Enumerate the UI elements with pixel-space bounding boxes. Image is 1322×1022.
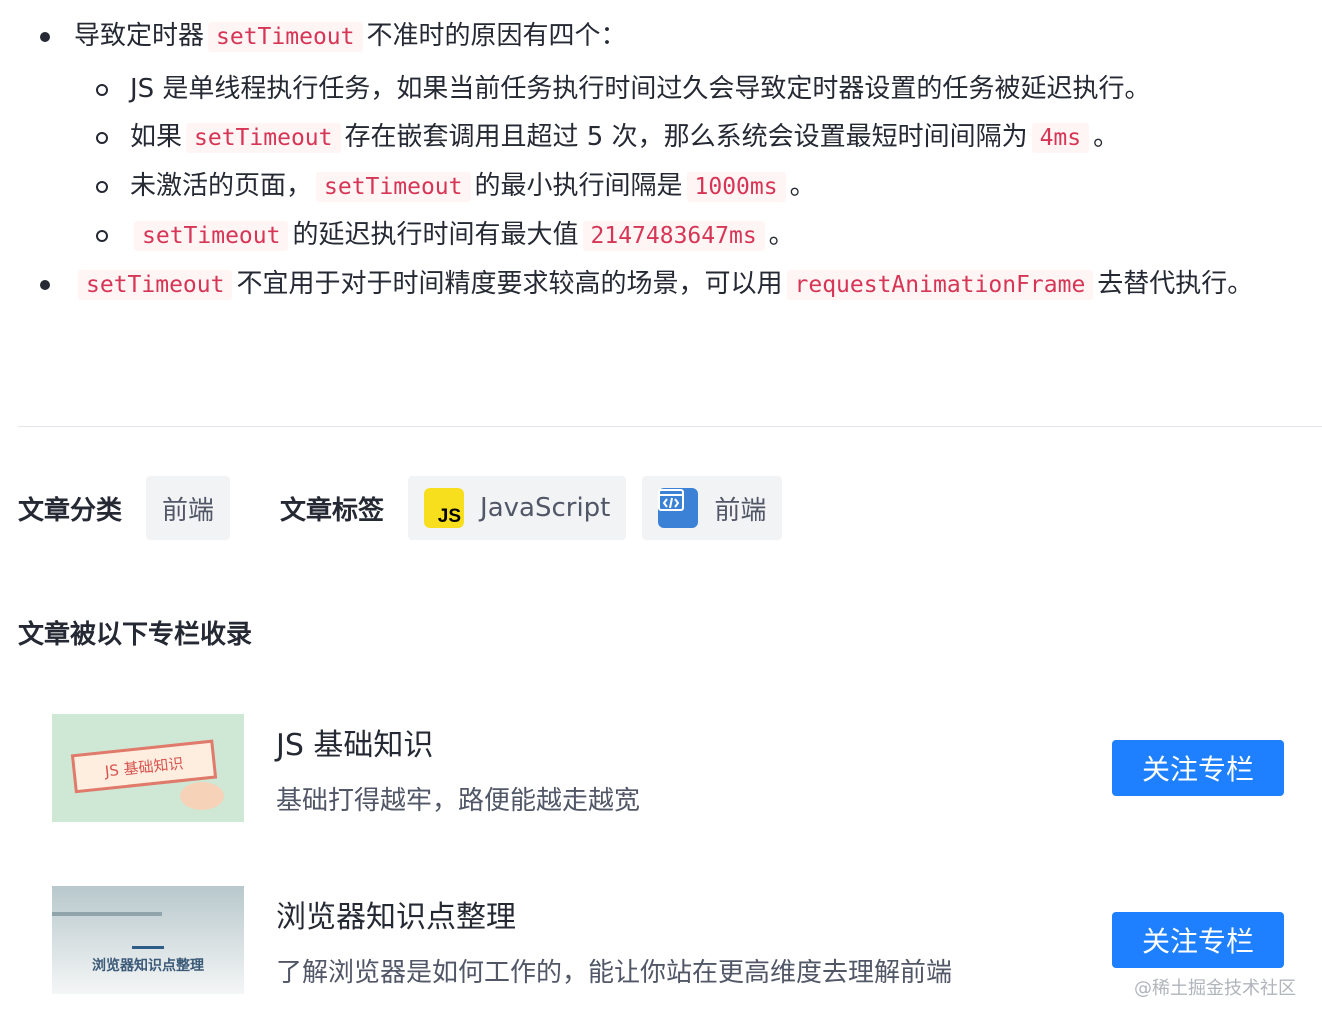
inline-code: setTimeout [208, 22, 363, 52]
column-card[interactable]: 浏览器知识点整理 浏览器知识点整理 了解浏览器是如何工作的，能让你站在更高维度去… [52, 886, 1292, 996]
sub-list-item: setTimeout 的延迟执行时间有最大值 2147483647ms。 [74, 211, 1310, 260]
article-meta-row: 文章分类 前端 文章标签 JS JavaScript 前端 [18, 476, 783, 540]
thumbnail-label: 浏览器知识点整理 [92, 957, 204, 974]
text: 未激活的页面， [130, 171, 313, 201]
follow-column-button[interactable]: 关注专栏 [1112, 740, 1284, 796]
column-title[interactable]: JS 基础知识 [276, 720, 433, 764]
column-title[interactable]: 浏览器知识点整理 [276, 892, 516, 936]
column-description: 基础打得越牢，路便能越走越宽 [276, 786, 641, 816]
inline-code: 1000ms [686, 172, 786, 202]
divider [18, 426, 1322, 427]
text: 。 [789, 171, 816, 201]
inline-code: 2147483647ms [582, 221, 765, 251]
web-code-icon [658, 488, 699, 528]
column-card[interactable]: JS 基础知识 JS 基础知识 基础打得越牢，路便能越走越宽 关注专栏 [52, 714, 1292, 824]
column-description: 了解浏览器是如何工作的，能让你站在更高维度去理解前端 [276, 958, 953, 988]
inline-code: 4ms [1031, 123, 1090, 153]
text: 不宜用于对于时间精度要求较高的场景，可以用 [236, 269, 783, 299]
tag-javascript[interactable]: JS JavaScript [408, 476, 627, 540]
text: JS 是单线程执行任务，如果当前任务执行时间过久会导致定时器设置的任务被延迟执行… [130, 74, 1151, 104]
text: 去替代执行。 [1097, 269, 1254, 299]
javascript-icon: JS [424, 488, 465, 528]
column-thumbnail: 浏览器知识点整理 [52, 886, 244, 994]
text: 。 [1093, 122, 1120, 152]
inline-code: requestAnimationFrame [786, 270, 1094, 300]
article-list: 导致定时器 setTimeout 不准时的原因有四个： JS 是单线程执行任务，如果… [0, 12, 1310, 309]
inline-code: setTimeout [186, 123, 341, 153]
list-item: setTimeout 不宜用于对于时间精度要求较高的场景，可以用 requestAn… [0, 260, 1310, 309]
sub-list-item: 未激活的页面， setTimeout 的最小执行间隔是 1000ms。 [74, 162, 1310, 211]
follow-column-button[interactable]: 关注专栏 [1112, 912, 1284, 968]
tag-label: JavaScript [480, 493, 611, 523]
text: 。 [768, 220, 795, 250]
text: 如果 [130, 122, 183, 152]
list-item: 导致定时器 setTimeout 不准时的原因有四个： JS 是单线程执行任务，如果… [0, 12, 1310, 260]
inline-code: setTimeout [134, 221, 289, 251]
tags-label: 文章标签 [280, 495, 385, 526]
tag-label: 前端 [714, 495, 767, 526]
category-tag[interactable]: 前端 [146, 476, 231, 540]
sub-list-item: JS 是单线程执行任务，如果当前任务执行时间过久会导致定时器设置的任务被延迟执行… [74, 65, 1310, 113]
text: 的延迟执行时间有最大值 [292, 220, 579, 250]
columns-title: 文章被以下专栏收录 [18, 620, 253, 650]
tag-frontend[interactable]: 前端 [642, 476, 783, 540]
category-label: 文章分类 [18, 495, 123, 526]
text: 存在嵌套调用且超过 5 次，那么系统会设置最短时间间隔为 [344, 122, 1028, 152]
sub-list-item: 如果 setTimeout 存在嵌套调用且超过 5 次，那么系统会设置最短时间间隔为… [74, 113, 1310, 162]
text: 导致定时器 [74, 21, 205, 51]
watermark: @稀土掘金技术社区 [1134, 978, 1296, 999]
column-thumbnail: JS 基础知识 [52, 714, 244, 822]
inline-code: setTimeout [78, 270, 233, 300]
text: 不准时的原因有四个： [366, 21, 627, 51]
sub-list: JS 是单线程执行任务，如果当前任务执行时间过久会导致定时器设置的任务被延迟执行… [74, 65, 1310, 260]
text: 的最小执行间隔是 [474, 171, 683, 201]
inline-code: setTimeout [316, 172, 471, 202]
